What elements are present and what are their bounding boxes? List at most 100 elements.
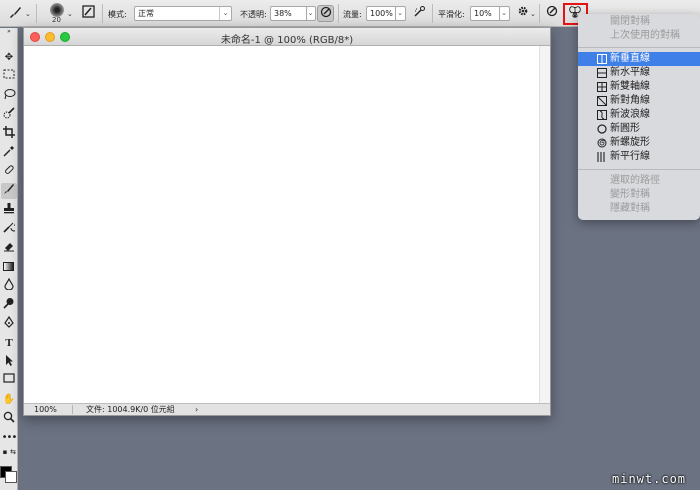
path-selection-tool-icon[interactable] <box>1 354 17 370</box>
background-color-swatch[interactable] <box>5 471 17 483</box>
chevron-down-icon[interactable]: ⌄ <box>25 10 31 18</box>
zoom-tool-icon[interactable] <box>1 411 17 427</box>
eyedropper-tool-icon[interactable] <box>1 145 17 161</box>
watermark-text: minwt.com <box>612 472 687 486</box>
dual-axis-icon <box>597 82 607 92</box>
diagonal-icon <box>596 95 608 107</box>
rectangle-tool-icon[interactable] <box>1 373 17 389</box>
collapse-arrows-icon[interactable]: » <box>1 29 17 35</box>
document-titlebar: 未命名-1 @ 100% (RGB/8*) <box>24 28 550 46</box>
wavy-line-icon <box>597 110 607 120</box>
brush-size-value: 20 <box>52 16 61 24</box>
pressure-opacity-icon[interactable] <box>317 5 334 22</box>
menu-item-label: 新對角線 <box>610 95 650 106</box>
flow-input[interactable]: 100% <box>366 6 396 21</box>
gear-icon[interactable] <box>514 5 531 22</box>
document-title: 未命名-1 @ 100% (RGB/8*) <box>220 35 354 46</box>
menu-item-last-used-symmetry[interactable]: 上次使用的對稱 <box>578 29 700 43</box>
healing-brush-tool-icon[interactable] <box>1 164 17 180</box>
flow-dropdown[interactable]: ⌄ <box>395 6 406 21</box>
chevron-right-icon[interactable]: › <box>195 404 198 415</box>
file-info: 文件: 1004.9K/0 位元組 <box>86 405 175 414</box>
eraser-tool-icon[interactable] <box>1 240 17 256</box>
menu-item-new-wavy-line[interactable]: 新波浪線 <box>578 108 700 122</box>
pressure-size-icon[interactable] <box>543 5 560 22</box>
horizontal-line-icon <box>597 68 607 78</box>
type-tool-icon[interactable]: T <box>1 335 17 351</box>
menu-item-label: 新水平線 <box>610 67 650 78</box>
brush-tip-icon[interactable] <box>50 3 64 17</box>
quick-selection-tool-icon[interactable] <box>1 107 17 123</box>
menu-item-label: 新垂直線 <box>610 53 650 64</box>
chevron-down-icon[interactable]: ⌄ <box>530 10 536 18</box>
menu-item-label: 隱藏對稱 <box>610 203 650 214</box>
brush-preset-icon[interactable] <box>6 5 23 22</box>
marquee-tool-icon[interactable] <box>1 69 17 85</box>
flow-value: 100% <box>370 9 393 18</box>
menu-item-label: 新平行線 <box>610 151 650 162</box>
chevron-down-icon: ⌄ <box>219 7 231 20</box>
smoothing-value: 10% <box>474 9 492 18</box>
menu-item-new-dual-axis[interactable]: 新雙軸線 <box>578 80 700 94</box>
menu-item-label: 上次使用的對稱 <box>610 30 680 41</box>
zoom-level[interactable]: 100% <box>34 404 57 415</box>
more-tools-icon[interactable]: ••• <box>1 430 18 446</box>
move-tool-icon[interactable]: ✥ <box>1 50 17 66</box>
menu-item-label: 新螺旋形 <box>610 137 650 148</box>
menu-item-symmetry-off[interactable]: 關閉對稱 <box>578 15 700 29</box>
opacity-label: 不透明: <box>240 10 267 19</box>
smoothing-label: 平滑化: <box>438 10 465 19</box>
menu-item-label: 選取的路徑 <box>610 175 660 186</box>
hand-tool-icon[interactable]: ✋ <box>1 392 17 408</box>
history-brush-tool-icon[interactable] <box>1 221 18 237</box>
mode-select[interactable]: 正常 ⌄ <box>134 6 232 21</box>
menu-item-new-horizontal[interactable]: 新水平線 <box>578 66 700 80</box>
menu-item-new-vertical[interactable]: 新垂直線 <box>578 52 700 66</box>
symmetry-menu: 關閉對稱 上次使用的對稱 新垂直線 新水平線 新雙軸線 新對角線 新波浪線 新圓… <box>578 14 700 220</box>
chevron-down-icon: ⌄ <box>397 9 403 17</box>
document-window: 未命名-1 @ 100% (RGB/8*) 100% 文件: 1004.9K/0… <box>23 27 551 416</box>
tools-panel: » ✥ T ✋ ••• ▪ ⇆ <box>0 28 18 490</box>
menu-item-new-spiral[interactable]: 新螺旋形 <box>578 136 700 150</box>
vertical-line-icon <box>597 54 607 64</box>
pen-tool-icon[interactable] <box>1 315 17 332</box>
brush-settings-icon[interactable] <box>80 5 97 22</box>
menu-item-new-diagonal[interactable]: 新對角線 <box>578 94 700 108</box>
clone-stamp-tool-icon[interactable] <box>1 202 17 218</box>
opacity-input[interactable]: 38% <box>270 6 307 21</box>
document-canvas[interactable] <box>24 46 540 404</box>
lasso-tool-icon[interactable] <box>1 88 17 104</box>
opacity-dropdown[interactable]: ⌄ <box>306 6 316 21</box>
airbrush-icon[interactable] <box>411 5 428 22</box>
opacity-value: 38% <box>274 9 292 18</box>
menu-item-label: 新雙軸線 <box>610 81 650 92</box>
dodge-tool-icon[interactable] <box>1 297 17 313</box>
smoothing-dropdown[interactable]: ⌄ <box>499 6 510 21</box>
chevron-down-icon: ⌄ <box>307 9 314 17</box>
menu-item-label: 關閉對稱 <box>610 16 650 27</box>
menu-item-label: 變形對稱 <box>610 189 650 200</box>
menu-item-new-parallel-lines[interactable]: 新平行線 <box>578 150 700 164</box>
swap-colors-icon[interactable]: ⇆ <box>9 448 17 456</box>
circle-icon <box>597 124 607 134</box>
vertical-scrollbar[interactable] <box>539 46 550 404</box>
smoothing-input[interactable]: 10% <box>470 6 500 21</box>
document-status-bar: 100% 文件: 1004.9K/0 位元組 › <box>24 403 550 415</box>
spiral-icon <box>597 138 607 148</box>
mode-value: 正常 <box>138 9 154 18</box>
blur-tool-icon[interactable] <box>1 277 17 294</box>
parallel-lines-icon <box>597 152 607 162</box>
gradient-tool-icon[interactable] <box>1 259 17 275</box>
crop-tool-icon[interactable] <box>1 126 17 142</box>
menu-item-label: 新波浪線 <box>610 109 650 120</box>
menu-item-label: 新圓形 <box>610 123 640 134</box>
menu-item-hide-symmetry[interactable]: 隱藏對稱 <box>578 202 700 216</box>
menu-item-transform-symmetry[interactable]: 變形對稱 <box>578 188 700 202</box>
menu-item-new-circle[interactable]: 新圓形 <box>578 122 700 136</box>
brush-tool-icon[interactable] <box>1 183 17 199</box>
chevron-down-icon[interactable]: ⌄ <box>67 10 73 18</box>
flow-label: 流量: <box>343 10 362 19</box>
chevron-down-icon: ⌄ <box>501 9 507 17</box>
menu-item-selected-path[interactable]: 選取的路徑 <box>578 174 700 188</box>
default-colors-icon[interactable]: ▪ <box>1 448 9 456</box>
